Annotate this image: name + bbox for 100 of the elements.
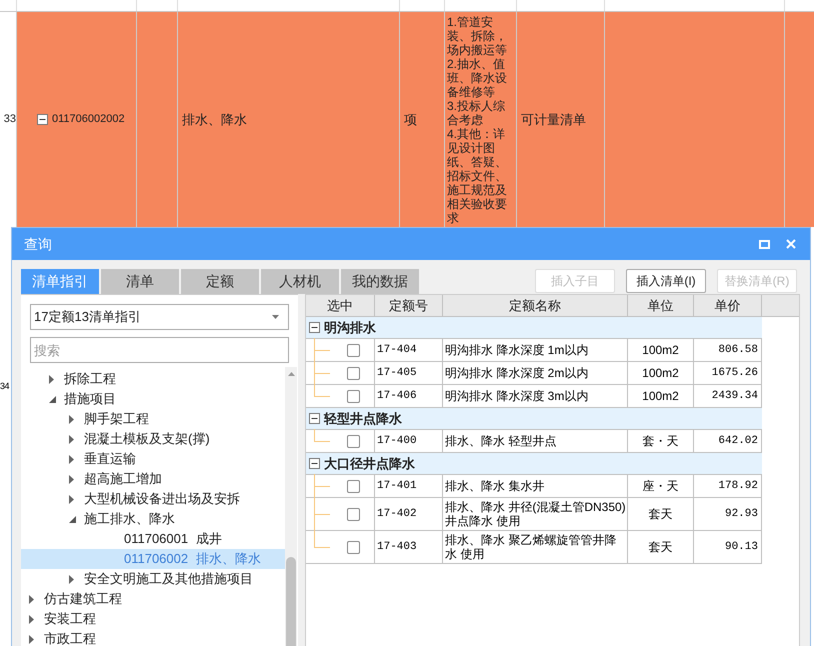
tree-item-label: 垂直运输 xyxy=(84,450,136,468)
table-row[interactable]: 17-405 明沟排水 降水深度 2m以内 100m2 1675.26 xyxy=(306,362,762,385)
table-cell-text: 100m2 xyxy=(642,365,679,382)
group-title: 大口径井点降水 xyxy=(324,454,415,473)
table-cell: 明沟排水 降水深度 1m以内 xyxy=(445,343,588,357)
table-row[interactable]: 17-403 排水、降水 聚乙烯螺旋管管井降水 使用 套天 90.13 xyxy=(306,531,762,564)
column-header: 选中 xyxy=(306,295,375,316)
tree-item-label: 成井 xyxy=(196,530,222,548)
table-cell-text: 座・天 xyxy=(642,478,678,495)
tab[interactable]: 清单 xyxy=(101,269,179,294)
tree-item[interactable]: 措施项目 xyxy=(21,389,285,409)
tree-item-label: 混凝土模板及支架(撑) xyxy=(84,430,210,448)
tree-item[interactable]: 超高施工增加 xyxy=(21,469,285,489)
tree-item-label: 安全文明施工及其他措施项目 xyxy=(84,570,253,588)
tree-item[interactable]: 施工排水、降水 xyxy=(21,509,285,529)
table-cell: 排水、降水 轻型井点 xyxy=(445,434,556,448)
tree-item[interactable]: 安装工程 xyxy=(21,609,285,629)
row-number: 33 xyxy=(4,112,16,128)
table-row[interactable]: 17-402 排水、降水 井径(混凝土管DN350)井点降水 使用 套天 92.93 xyxy=(306,498,762,531)
tree-item-label: 脚手架工程 xyxy=(84,410,149,428)
checkbox[interactable] xyxy=(347,508,360,520)
checkbox[interactable] xyxy=(347,480,360,492)
table-cell-text: 642.02 xyxy=(718,434,758,449)
tab[interactable]: 定额 xyxy=(181,269,259,294)
table-cell-text: 4.其他：详见设计图纸、答疑、招标文件、施工规范及相关验收要求 xyxy=(447,126,508,224)
expand-arrow-icon[interactable] xyxy=(49,374,54,384)
tree-item[interactable]: 拆除工程 xyxy=(21,369,285,389)
tree-item[interactable]: 大型机械设备进出场及安拆 xyxy=(21,489,285,509)
tree-item[interactable]: 011706001 成井 xyxy=(21,529,285,549)
table-cell-text: 排水、降水 xyxy=(182,110,247,129)
table-cell-text: 2.抽水、值班、降水设备维修等 xyxy=(447,56,508,98)
expand-arrow-icon[interactable] xyxy=(29,594,34,604)
expand-arrow-icon[interactable] xyxy=(29,634,34,644)
checkbox[interactable] xyxy=(347,540,360,554)
table-cell-text: 92.93 xyxy=(724,506,758,522)
expand-arrow-icon[interactable] xyxy=(69,494,74,504)
table-cell-text: 17-406 xyxy=(377,388,417,404)
collapse-arrow-icon[interactable] xyxy=(49,396,56,402)
table-row[interactable]: 17-401 排水、降水 集水井 座・天 178.92 xyxy=(306,475,762,498)
maximize-icon[interactable] xyxy=(759,240,770,248)
tree-item-code: 011706001 xyxy=(124,530,188,548)
collapse-icon[interactable] xyxy=(309,413,320,424)
tree-item-label: 拆除工程 xyxy=(64,370,116,388)
table-cell: 排水、降水 集水井 xyxy=(445,479,544,493)
expand-arrow-icon[interactable] xyxy=(29,614,34,624)
expand-arrow-icon[interactable] xyxy=(69,574,74,584)
tree-connector-icon xyxy=(314,429,330,442)
table-row[interactable]: 17-404 明沟排水 降水深度 1m以内 100m2 806.58 xyxy=(306,339,762,362)
dropdown-arrow-icon xyxy=(272,315,279,319)
checkbox[interactable] xyxy=(347,344,360,356)
checkbox[interactable] xyxy=(347,366,360,380)
collapse-icon[interactable] xyxy=(309,458,320,469)
tab[interactable]: 我的数据 xyxy=(341,269,419,294)
group-row[interactable]: 明沟排水 xyxy=(306,317,762,339)
table-cell-text: 可计量清单 xyxy=(521,110,586,129)
checkbox[interactable] xyxy=(347,390,360,402)
tree-item[interactable]: 仿古建筑工程 xyxy=(21,589,285,609)
table-cell-text: 3.投标人综合考虑 xyxy=(447,98,506,126)
scrollbar[interactable] xyxy=(285,367,297,646)
tree-connector-icon xyxy=(314,474,330,498)
tree-item[interactable]: 混凝土模板及支架(撑) xyxy=(21,429,285,449)
group-title: 明沟排水 xyxy=(324,318,376,337)
table-cell-text: 1675.26 xyxy=(712,366,758,381)
group-title: 轻型井点降水 xyxy=(324,410,402,428)
search-field[interactable]: 搜索 xyxy=(30,337,289,363)
tree-item[interactable]: 脚手架工程 xyxy=(21,409,285,429)
tab[interactable]: 人材机 xyxy=(261,269,339,294)
group-row[interactable]: 大口径井点降水 xyxy=(306,453,762,475)
tree-item-code: 011706002 xyxy=(124,550,188,568)
table-cell-text: 17-404 xyxy=(377,342,417,358)
tree-item[interactable]: 安全文明施工及其他措施项目 xyxy=(21,569,285,589)
close-icon[interactable] xyxy=(786,239,796,249)
scrollbar-thumb[interactable] xyxy=(286,557,296,646)
table-row[interactable]: 33 011706002002 排水、降水 项 1.管道安装、拆除，场内搬运等 2.抽水、值班、降水设备维修等 3.投标人综合考虑 4.其他：详见设计图纸、答疑、招标文件、施工规范及相关验收要求 可计量清单 xyxy=(0,12,814,227)
table-cell-text: 90.13 xyxy=(724,540,758,555)
expand-arrow-icon[interactable] xyxy=(69,414,74,424)
table-cell-text: 100m2 xyxy=(642,342,679,359)
table-cell: 明沟排水 降水深度 2m以内 xyxy=(445,366,588,380)
checkbox[interactable] xyxy=(347,434,360,448)
table-cell: 排水、降水 井径(混凝土管DN350)井点降水 使用 xyxy=(445,500,627,528)
tree-item-label: 市政工程 xyxy=(44,630,96,646)
action-button[interactable]: 插入清单(I) xyxy=(626,269,706,293)
tree-item[interactable]: 垂直运输 xyxy=(21,449,285,469)
tree-connector-icon xyxy=(314,338,330,362)
expand-arrow-icon[interactable] xyxy=(69,474,74,484)
group-row[interactable]: 轻型井点降水 xyxy=(306,408,762,430)
collapse-arrow-icon[interactable] xyxy=(69,516,76,522)
table-cell-text: 1.管道安装、拆除，场内搬运等 xyxy=(447,14,508,56)
collapse-icon[interactable] xyxy=(37,114,48,125)
tree-item-label: 安装工程 xyxy=(44,610,96,628)
expand-arrow-icon[interactable] xyxy=(69,454,74,464)
table-cell-text: 2439.34 xyxy=(712,388,758,404)
guide-select[interactable]: 17定额13清单指引 xyxy=(30,304,289,330)
table-cell: 明沟排水 降水深度 3m以内 xyxy=(445,389,588,403)
table-cell-text: 项 xyxy=(404,110,417,129)
collapse-icon[interactable] xyxy=(309,322,320,333)
tree-item-label: 施工排水、降水 xyxy=(84,510,175,528)
tree-item[interactable]: 市政工程 xyxy=(21,629,285,646)
expand-arrow-icon[interactable] xyxy=(69,434,74,444)
table-cell-text: 套天 xyxy=(648,539,672,556)
